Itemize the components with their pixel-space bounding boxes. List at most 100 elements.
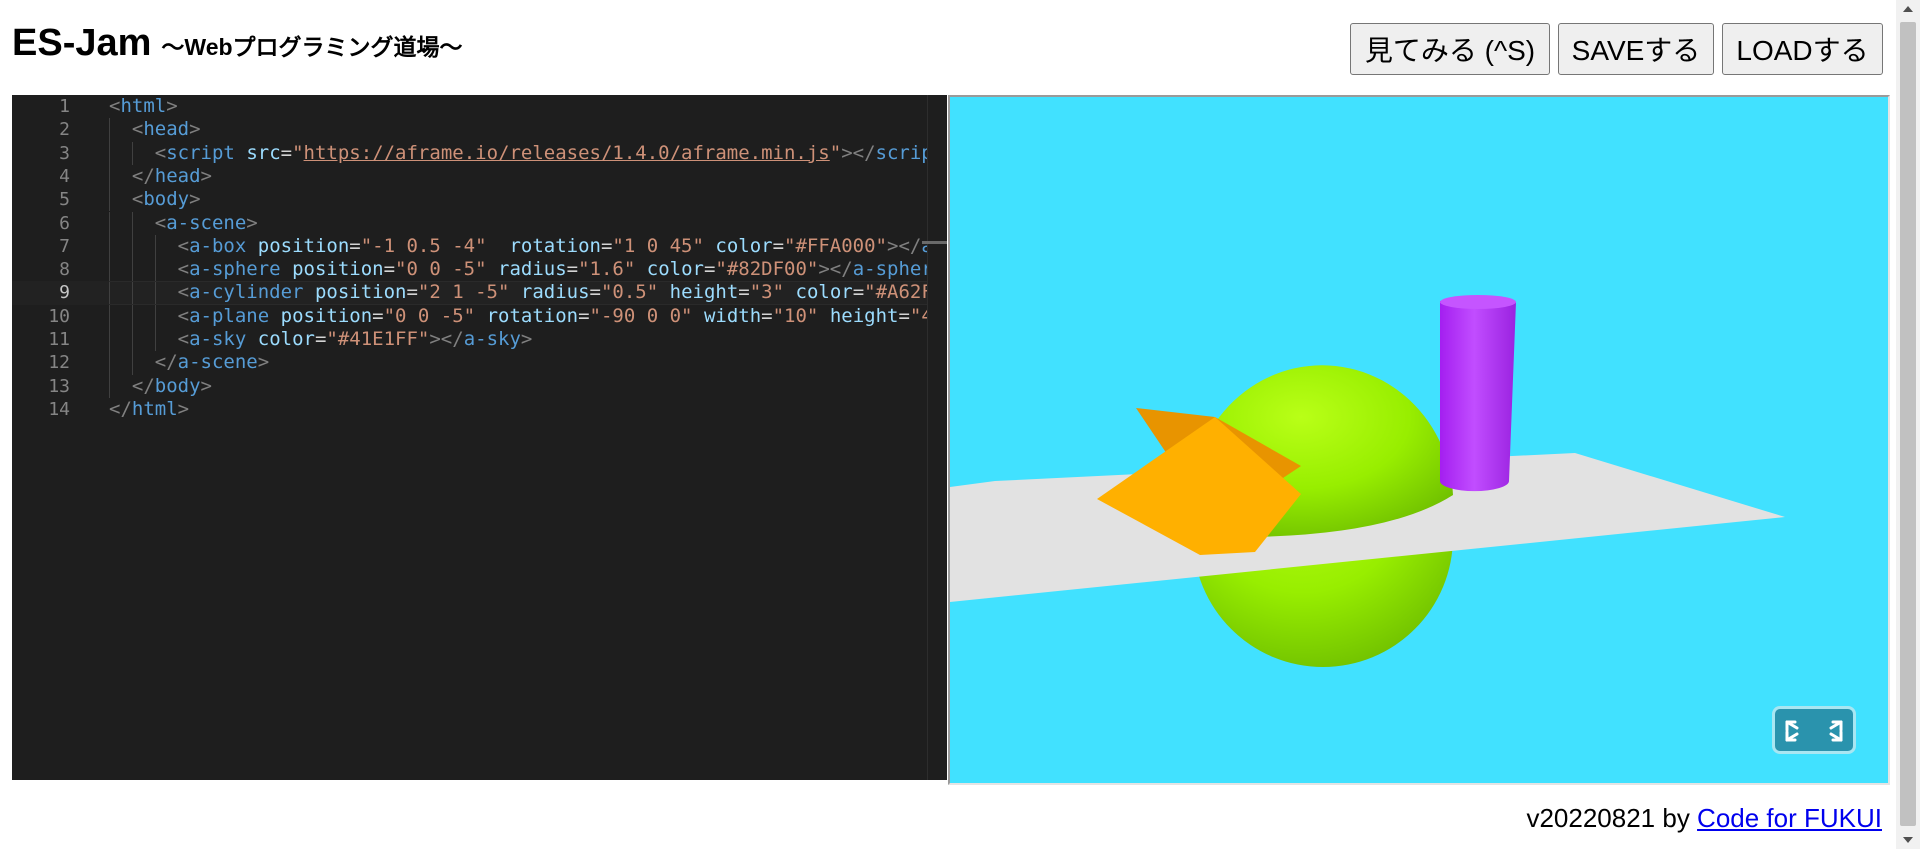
scene-canvas[interactable] (950, 97, 1888, 783)
line-number: 8 (59, 259, 70, 281)
code-token-br: > (166, 95, 178, 117)
line-number: 7 (59, 235, 70, 257)
code-line[interactable]: 12 </a-scene> (12, 351, 947, 375)
scroll-down-arrow-icon[interactable] (1903, 837, 1913, 843)
enter-fullscreen-button[interactable] (1772, 706, 1856, 754)
page-scrollbar[interactable] (1896, 0, 1920, 849)
code-token-br: < (177, 281, 190, 304)
code-token-tag: script (166, 141, 235, 164)
code-token-br: < (177, 328, 190, 350)
code-line[interactable]: 10 <a-plane position="0 0 -5" rotation="… (12, 304, 947, 328)
code-token-br: > (257, 351, 270, 374)
code-token-br: </ (131, 164, 155, 187)
code-line[interactable]: 7 <a-box position="-1 0.5 -4" rotation="… (12, 234, 947, 259)
code-editor[interactable]: 14 </html> 13 </body> 12 </a-scene> 11 <a-sk… (12, 95, 947, 780)
code-line[interactable]: 4 </head> (12, 164, 947, 189)
code-token-br: < (131, 118, 144, 141)
load-button[interactable]: LOADする (1722, 23, 1883, 75)
footer: v20220821 by Code for FUKUI (1526, 803, 1882, 834)
code-token-link: https://aframe.io/releases/1.4.0/aframe.… (303, 141, 830, 164)
code-text[interactable]: <a-scene> (109, 212, 258, 235)
code-token-sp (635, 258, 646, 280)
line-number: 12 (48, 352, 70, 374)
code-line[interactable]: 11 <a-sky color="#41E1FF"></a-sky> (12, 328, 947, 352)
code-token-str: "1 0 45" (612, 234, 704, 257)
code-text[interactable]: </body> (109, 375, 212, 398)
code-token-attr: position (292, 258, 384, 281)
code-token-br: ></ (841, 141, 876, 164)
code-text[interactable]: </html> (109, 398, 189, 421)
code-token-br: </ (131, 374, 155, 397)
code-token-str: "-90 0 0" (589, 304, 693, 327)
code-text[interactable]: <a-plane position="0 0 -5" rotation="-90… (109, 304, 945, 328)
code-token-eq: = (372, 304, 384, 327)
code-text[interactable]: <a-cylinder position="2 1 -5" radius="0.… (109, 281, 947, 304)
indent-guide (154, 281, 156, 305)
code-token-sp (784, 281, 795, 303)
code-token-attr: position (280, 304, 373, 327)
code-text[interactable]: <script src="https://aframe.io/releases/… (109, 142, 947, 165)
code-token-tag: head (143, 118, 190, 141)
code-text[interactable]: </head> (109, 165, 212, 188)
code-token-tag: a-cylinder (189, 281, 304, 304)
code-token-tag: a-scene (166, 211, 247, 234)
code-line[interactable]: 8 <a-sphere position="0 0 -5" radius="1.… (12, 258, 947, 282)
code-token-attr: src (246, 141, 281, 164)
code-token-br: ></ (887, 234, 922, 257)
code-text[interactable]: <body> (109, 188, 201, 211)
code-text[interactable]: <head> (109, 118, 201, 141)
code-line[interactable]: 5 <body> (12, 188, 947, 212)
line-number: 3 (59, 142, 70, 164)
code-line[interactable]: 13 </body> (12, 374, 947, 398)
code-token-eq: = (898, 304, 910, 327)
title-subtitle: ～Webプログラミング道場～ (161, 34, 463, 60)
code-token-br: > (200, 374, 212, 397)
code-token-br: </ (109, 397, 132, 420)
code-text[interactable]: </a-scene> (109, 351, 269, 374)
code-token-str: " (292, 141, 304, 164)
code-token-tag: body (143, 188, 190, 211)
code-token-attr: color (795, 281, 853, 304)
line-number: 13 (48, 375, 70, 397)
code-token-str: "0.5" (600, 281, 659, 304)
scrollbar-thumb[interactable] (1900, 22, 1916, 826)
code-token-br: > (520, 328, 533, 350)
code-token-eq: = (761, 304, 773, 327)
code-token-br: > (189, 118, 201, 141)
code-line[interactable]: 9 <a-cylinder position="2 1 -5" radius="… (12, 281, 947, 305)
code-token-attr: radius (498, 258, 567, 281)
line-number: 11 (48, 329, 70, 350)
code-line[interactable]: 3 <script src="https://aframe.io/release… (12, 141, 947, 165)
save-button[interactable]: SAVEする (1558, 23, 1714, 75)
code-token-br: < (177, 258, 190, 281)
code-token-sp (246, 328, 257, 350)
line-number: 5 (59, 189, 70, 211)
code-text[interactable]: <a-box position="-1 0.5 -4" rotation="1 … (109, 235, 947, 258)
code-line[interactable]: 2 <head> (12, 118, 947, 142)
code-token-sp (509, 281, 520, 303)
code-token-sp (303, 281, 314, 303)
code-text[interactable]: <a-sky color="#41E1FF"></a-sky> (109, 328, 533, 351)
code-token-eq: = (566, 258, 579, 281)
code-line[interactable]: 14 </html> (12, 398, 947, 421)
preview-button[interactable]: 見てみる (^S) (1350, 23, 1550, 75)
code-token-str: "10" (772, 304, 819, 327)
code-for-fukui-link[interactable]: Code for FUKUI (1697, 803, 1882, 833)
code-token-br: < (177, 234, 190, 257)
code-text[interactable]: <html> (109, 95, 178, 118)
code-token-str: "#41E1FF" (326, 328, 430, 350)
code-text[interactable]: <a-sphere position="0 0 -5" radius="1.6"… (109, 258, 947, 281)
editor-overview-ruler[interactable] (922, 95, 947, 780)
code-token-sp (281, 258, 292, 280)
code-token-attr: rotation (486, 304, 579, 327)
code-token-sp (704, 235, 715, 257)
indent-guide (131, 281, 133, 305)
code-line[interactable]: 6 <a-scene> (12, 211, 947, 235)
code-token-sp (269, 305, 280, 327)
code-line[interactable]: 1 <html> (12, 95, 947, 118)
code-token-sp (487, 235, 510, 257)
code-token-eq: = (772, 234, 785, 257)
scroll-up-arrow-icon[interactable] (1903, 6, 1913, 12)
editor-scroll-slider[interactable] (922, 241, 947, 244)
preview-pane[interactable] (948, 95, 1890, 785)
